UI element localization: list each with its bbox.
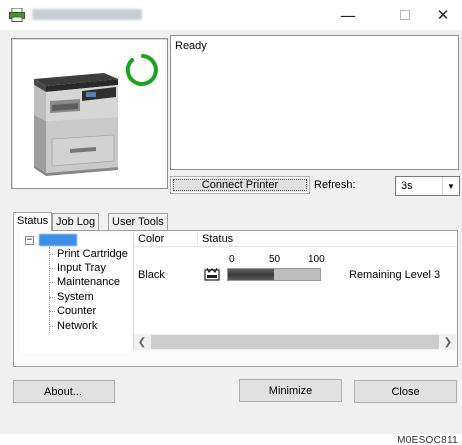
scroll-left-icon[interactable]: ❮ (134, 334, 150, 350)
printer-icon (34, 73, 118, 176)
toner-level-fill (228, 269, 274, 280)
scroll-right-icon[interactable]: ❯ (440, 334, 456, 350)
window-close-button[interactable]: ✕ (420, 0, 462, 30)
tree-item-label: Counter (57, 305, 97, 317)
tree-connector (49, 247, 50, 333)
tree-item-label: Maintenance (57, 276, 120, 288)
title-bar: — ✕ (0, 0, 462, 30)
dropdown-arrow-icon: ▼ (442, 177, 459, 195)
cartridge-status-list: Color Status 0 50 100 Black Remaining Le… (133, 233, 457, 350)
ready-indicator-icon (125, 54, 158, 86)
scale-label-100: 100 (308, 254, 325, 265)
figure-code: M0ESOC811 (397, 435, 458, 445)
status-message-box: Ready (170, 35, 459, 170)
maximize-icon (400, 10, 410, 20)
collapse-icon[interactable]: − (25, 236, 34, 245)
toner-level-bar (227, 268, 321, 281)
status-tree: − Print Cartridge Input Tray Maintenance… (20, 233, 132, 353)
connect-printer-button[interactable]: Connect Printer (170, 176, 310, 194)
refresh-interval-value: 3s (401, 180, 413, 192)
row-color-name: Black (138, 269, 165, 281)
status-message: Ready (175, 40, 207, 52)
scale-label-0: 0 (229, 254, 235, 265)
tree-root-label[interactable] (39, 234, 77, 246)
window-minimize-button[interactable]: — (325, 0, 371, 30)
close-icon: ✕ (436, 6, 450, 24)
horizontal-scrollbar[interactable]: ❮ ❯ (134, 334, 456, 350)
tab-status[interactable]: Status (13, 212, 53, 231)
tree-item-label: Network (57, 320, 98, 332)
tree-item-label: Input Tray (57, 262, 106, 274)
column-header-status[interactable]: Status (198, 233, 457, 247)
tree-item-label: System (57, 291, 94, 303)
tab-job-log[interactable]: Job Log (52, 213, 100, 231)
printer-illustration (34, 54, 158, 176)
remaining-level: Remaining Level 3 (349, 269, 441, 281)
refresh-label: Refresh: (314, 179, 356, 191)
minimize-icon: — (340, 5, 356, 25)
tab-user-tools[interactable]: User Tools (108, 213, 168, 231)
about-button[interactable]: About... (13, 380, 115, 403)
column-header-color[interactable]: Color (134, 233, 198, 247)
scale-label-50: 50 (269, 254, 281, 265)
refresh-interval-dropdown[interactable]: 3s ▼ (395, 176, 460, 196)
close-button[interactable]: Close (354, 380, 457, 403)
window-title (32, 9, 142, 20)
status-monitor-window: — ✕ Ready Connect Printer Refresh: 3s ▼ … (0, 0, 462, 434)
scrollbar-thumb[interactable] (151, 335, 439, 349)
toner-icon (204, 267, 220, 281)
printer-app-icon (9, 8, 25, 22)
printer-image-panel (11, 38, 168, 189)
minimize-button[interactable]: Minimize (239, 379, 342, 402)
tree-item-label: Print Cartridge (57, 248, 128, 260)
